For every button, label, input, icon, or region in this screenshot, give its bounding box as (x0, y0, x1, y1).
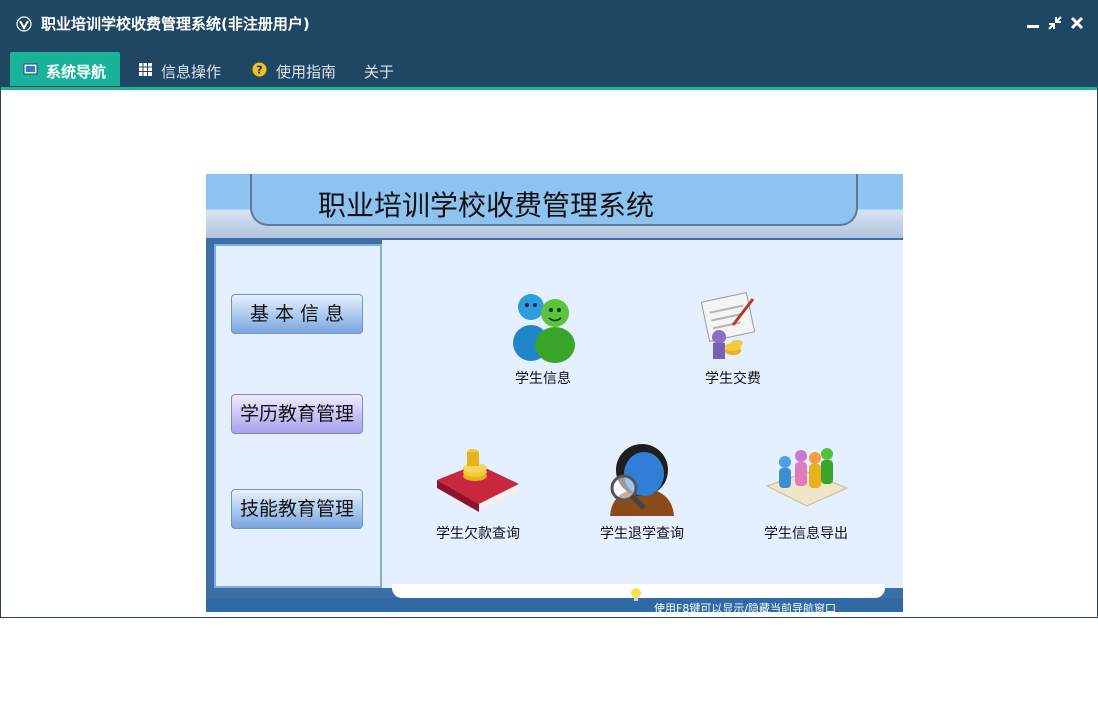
users-icon (513, 294, 575, 363)
window-title: 职业培训学校收费管理系统(非注册用户) (41, 15, 310, 33)
app-logo-icon (16, 16, 32, 32)
tile-student-payment[interactable]: 学生交费 (673, 285, 793, 395)
tab-label: 关于 (364, 63, 395, 81)
sidebar-button-basic-info[interactable]: 基 本 信 息 (231, 294, 363, 334)
tile-label: 学生信息 (515, 371, 571, 387)
content-area: 职业培训学校收费管理系统 基 本 信 息 学历教育管理 技能教育管理 学生信息 … (1, 90, 1097, 617)
restore-icon[interactable] (1047, 15, 1063, 31)
tile-label: 学生交费 (705, 371, 761, 387)
sidebar: 基 本 信 息 学历教育管理 技能教育管理 (214, 244, 382, 588)
monitor-icon (23, 63, 38, 75)
tile-label: 学生退学查询 (600, 526, 684, 542)
menu-bar: 系统导航 信息操作 ? 使用指南 关于 (1, 45, 1097, 87)
tile-label: 学生信息导出 (764, 526, 848, 542)
svg-text:?: ? (256, 64, 262, 77)
app-window: 职业培训学校收费管理系统(非注册用户) 系统导航 信息操作 ? 使用指南 关于 … (0, 0, 1098, 618)
tab-label: 系统导航 (46, 63, 107, 81)
tile-student-info-export[interactable]: 学生信息导出 (746, 438, 866, 548)
lightbulb-icon (631, 588, 641, 601)
navigation-panel: 职业培训学校收费管理系统 基 本 信 息 学历教育管理 技能教育管理 学生信息 … (206, 174, 903, 612)
sidebar-button-skill-education[interactable]: 技能教育管理 (231, 489, 363, 529)
tab-info-operation[interactable]: 信息操作 (129, 52, 234, 86)
payment-icon (700, 292, 756, 359)
sidebar-button-degree-education[interactable]: 学历教育管理 (231, 394, 363, 434)
banner: 职业培训学校收费管理系统 (206, 174, 903, 238)
tab-label: 信息操作 (161, 63, 222, 81)
tab-system-navigation[interactable]: 系统导航 (10, 52, 120, 86)
close-icon[interactable] (1069, 15, 1085, 31)
tile-student-info[interactable]: 学生信息 (483, 285, 603, 395)
tile-label: 学生欠款查询 (436, 526, 520, 542)
title-bar[interactable]: 职业培训学校收费管理系统(非注册用户) (1, 1, 1097, 45)
banner-title: 职业培训学校收费管理系统 (318, 189, 655, 222)
tab-about[interactable]: 关于 (355, 52, 405, 86)
hint-text: 使用F8键可以显示/隐藏当前导航窗口 (654, 602, 837, 612)
grid-icon (139, 63, 152, 76)
arrears-book-icon (437, 449, 519, 512)
tab-label: 使用指南 (276, 63, 337, 81)
help-icon: ? (252, 62, 267, 77)
tile-student-withdrawal-query[interactable]: 学生退学查询 (582, 438, 702, 548)
main-area: 学生信息 学生交费 学生欠款查询 学生退学查询 学生信息导出 (382, 240, 903, 588)
minimize-icon[interactable] (1025, 15, 1041, 31)
tab-user-guide[interactable]: ? 使用指南 (243, 52, 351, 86)
withdraw-search-icon (610, 444, 674, 516)
tile-student-arrears-query[interactable]: 学生欠款查询 (418, 438, 538, 548)
export-people-icon (765, 448, 849, 507)
